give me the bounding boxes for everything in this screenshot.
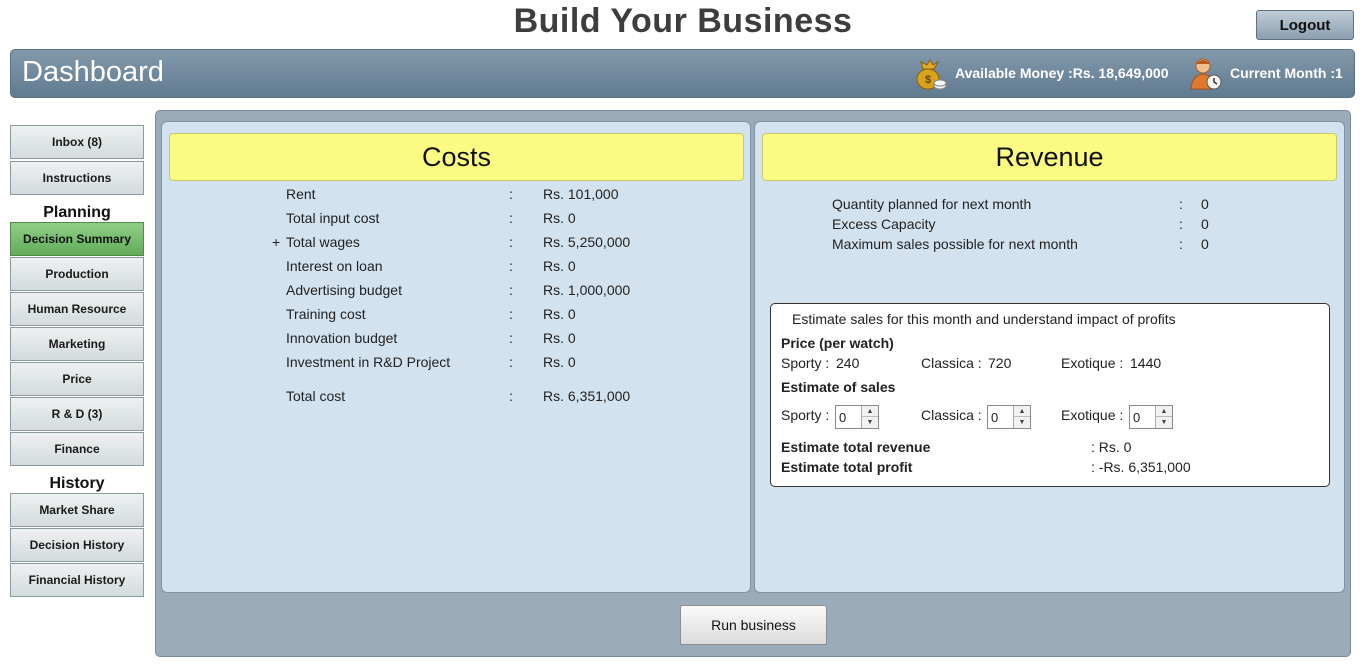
cost-value-interest: Rs. 0	[543, 258, 576, 274]
revenue-value-quantity: 0	[1201, 196, 1209, 212]
sidebar-item-price[interactable]: Price	[10, 362, 144, 396]
page-title: Dashboard	[22, 56, 164, 88]
sidebar-item-market-share[interactable]: Market Share	[10, 493, 144, 527]
sales-label-classica: Classica :	[921, 407, 982, 423]
sidebar-heading-planning: Planning	[43, 204, 111, 221]
revenue-value-max-sales: 0	[1201, 236, 1209, 252]
revenue-value-excess: 0	[1201, 216, 1209, 232]
stepper-down-icon[interactable]: ▼	[1156, 417, 1172, 428]
sidebar-item-inbox[interactable]: Inbox (8)	[10, 125, 144, 159]
cost-label-interest: Interest on loan	[286, 258, 383, 274]
exotique-sales-value[interactable]: 0	[1133, 410, 1140, 425]
current-month: Current Month :1	[1230, 65, 1343, 81]
revenue-separator: :	[1179, 196, 1183, 212]
price-label-exotique: Exotique :	[1061, 355, 1124, 371]
sporty-sales-stepper[interactable]: 0 ▲ ▼	[835, 405, 879, 429]
cost-label-input: Total input cost	[286, 210, 380, 226]
sales-label-exotique: Exotique :	[1061, 407, 1124, 423]
estimate-profit-label: Estimate total profit	[781, 459, 913, 475]
estimate-title: Estimate sales for this month and unders…	[792, 311, 1176, 327]
dashboard-bar: Dashboard $ Available Money :Rs. 18,649,…	[10, 49, 1355, 98]
sidebar-item-rnd[interactable]: R & D (3)	[10, 397, 144, 431]
stepper-down-icon[interactable]: ▼	[862, 417, 878, 428]
cost-label-training: Training cost	[286, 306, 366, 322]
sidebar-heading-history: History	[49, 475, 105, 492]
cost-value-innovation: Rs. 0	[543, 330, 576, 346]
cost-label-rent: Rent	[286, 186, 316, 202]
sidebar-item-finance[interactable]: Finance	[10, 432, 144, 466]
revenue-title: Revenue	[762, 133, 1337, 181]
logout-button[interactable]: Logout	[1256, 10, 1354, 40]
cost-label-rnd: Investment in R&D Project	[286, 354, 451, 370]
stepper-up-icon[interactable]: ▲	[1014, 406, 1030, 417]
revenue-label-max-sales: Maximum sales possible for next month	[832, 236, 1078, 252]
estimate-revenue-label: Estimate total revenue	[781, 439, 931, 455]
costs-title: Costs	[169, 133, 744, 181]
cost-separator: :	[509, 306, 513, 322]
sales-label-sporty: Sporty :	[781, 407, 830, 423]
cost-label-advertising: Advertising budget	[286, 282, 402, 298]
price-label-classica: Classica :	[921, 355, 982, 371]
cost-separator: :	[509, 330, 513, 346]
cost-separator: :	[509, 234, 513, 250]
price-value-sporty: 240	[836, 355, 860, 371]
available-money: Available Money :Rs. 18,649,000	[955, 65, 1169, 81]
stepper-down-icon[interactable]: ▼	[1014, 417, 1030, 428]
money-bag-icon: $	[916, 59, 947, 90]
cost-label-innovation: Innovation budget	[286, 330, 398, 346]
sporty-sales-value[interactable]: 0	[839, 410, 846, 425]
cost-value-rent: Rs. 101,000	[543, 186, 619, 202]
cost-value-input: Rs. 0	[543, 210, 576, 226]
revenue-label-quantity: Quantity planned for next month	[832, 196, 1032, 212]
sidebar-item-human-resource[interactable]: Human Resource	[10, 292, 144, 326]
costs-card	[161, 121, 751, 593]
revenue-separator: :	[1179, 236, 1183, 252]
sidebar-item-instructions[interactable]: Instructions	[10, 161, 144, 195]
sidebar-item-financial-history[interactable]: Financial History	[10, 563, 144, 597]
revenue-label-excess: Excess Capacity	[832, 216, 936, 232]
user-clock-icon	[1190, 58, 1222, 90]
cost-value-training: Rs. 0	[543, 306, 576, 322]
sidebar-item-production[interactable]: Production	[10, 257, 144, 291]
cost-value-total: Rs. 6,351,000	[543, 388, 631, 404]
price-value-exotique: 1440	[1130, 355, 1162, 371]
sidebar-item-marketing[interactable]: Marketing	[10, 327, 144, 361]
sidebar-item-decision-history[interactable]: Decision History	[10, 528, 144, 562]
cost-separator: :	[509, 210, 513, 226]
cost-separator: :	[509, 186, 513, 202]
sidebar-item-decision-summary[interactable]: Decision Summary	[10, 222, 144, 256]
cost-label-total: Total cost	[286, 388, 346, 404]
estimate-profit-value: : -Rs. 6,351,000	[1091, 459, 1191, 475]
cost-separator: :	[509, 258, 513, 274]
cost-separator: :	[509, 282, 513, 298]
cost-separator: :	[509, 388, 513, 404]
classica-sales-stepper[interactable]: 0 ▲ ▼	[987, 405, 1031, 429]
cost-value-rnd: Rs. 0	[543, 354, 576, 370]
run-business-button[interactable]: Run business	[680, 605, 827, 645]
price-label-sporty: Sporty :	[781, 355, 830, 371]
stepper-up-icon[interactable]: ▲	[862, 406, 878, 417]
cost-value-advertising: Rs. 1,000,000	[543, 282, 631, 298]
price-value-classica: 720	[988, 355, 1012, 371]
price-heading: Price (per watch)	[781, 335, 894, 351]
sales-heading: Estimate of sales	[781, 379, 896, 395]
app-title: Build Your Business	[513, 2, 853, 40]
cost-value-wages: Rs. 5,250,000	[543, 234, 631, 250]
cost-label-wages: Total wages	[286, 234, 360, 250]
classica-sales-value[interactable]: 0	[991, 410, 998, 425]
svg-text:$: $	[925, 74, 931, 86]
exotique-sales-stepper[interactable]: 0 ▲ ▼	[1129, 405, 1173, 429]
expand-wages-toggle[interactable]: +	[272, 234, 280, 250]
estimate-revenue-value: : Rs. 0	[1091, 439, 1132, 455]
stepper-up-icon[interactable]: ▲	[1156, 406, 1172, 417]
revenue-separator: :	[1179, 216, 1183, 232]
cost-separator: :	[509, 354, 513, 370]
